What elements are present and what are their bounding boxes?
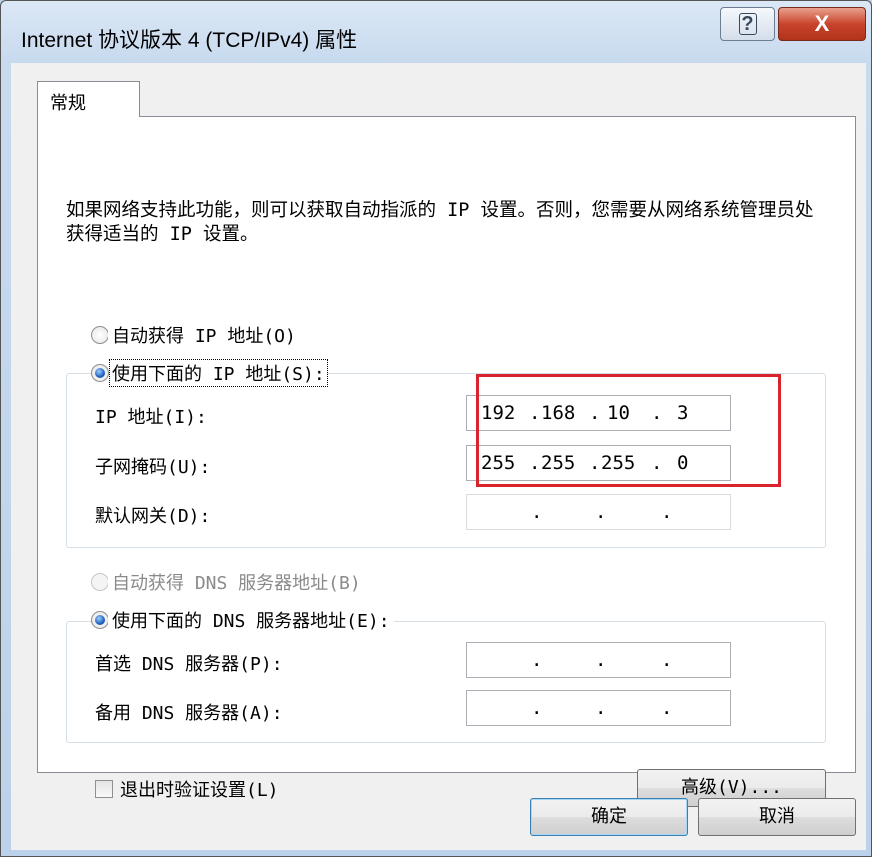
alternate-dns-label: 备用 DNS 服务器(A): <box>95 703 283 724</box>
ip-dot: . <box>595 697 607 719</box>
ip-dot: . <box>595 501 607 523</box>
ok-button[interactable]: 确定 <box>530 798 688 836</box>
subnet-mask-label: 子网掩码(U): <box>95 457 211 478</box>
ip-dot: . <box>661 501 673 523</box>
manual-dns-label[interactable]: 使用下面的 DNS 服务器地址(E): <box>108 607 394 633</box>
cancel-button[interactable]: 取消 <box>698 798 856 836</box>
tab-general[interactable]: 常规 <box>37 81 140 117</box>
default-gateway-input[interactable]: . . . <box>466 494 731 530</box>
help-icon: ? <box>738 13 757 35</box>
auto-ip-radio[interactable] <box>91 326 109 344</box>
preferred-dns-label: 首选 DNS 服务器(P): <box>95 654 283 675</box>
ip-dot: . <box>531 649 543 671</box>
ip-dot: . <box>661 649 673 671</box>
close-icon: X <box>814 11 830 36</box>
validate-on-exit-checkbox[interactable] <box>95 780 113 798</box>
auto-dns-label[interactable]: 自动获得 DNS 服务器地址(B) <box>108 569 365 595</box>
red-highlight-box <box>476 374 781 487</box>
ip-dot: . <box>661 697 673 719</box>
manual-ip-radio[interactable] <box>91 364 109 382</box>
manual-dns-radio[interactable] <box>91 611 109 629</box>
default-gateway-label: 默认网关(D): <box>95 506 211 527</box>
tab-general-label: 常规 <box>50 93 86 114</box>
auto-dns-radio[interactable] <box>91 573 109 591</box>
window-title: Internet 协议版本 4 (TCP/IPv4) 属性 <box>21 29 358 52</box>
ip-address-label: IP 地址(I): <box>95 407 207 428</box>
general-tab-panel: 如果网络支持此功能，则可以获取自动指派的 IP 设置。否则，您需要从网络系统管理… <box>37 116 856 807</box>
dialog-client-area: 常规 如果网络支持此功能，则可以获取自动指派的 IP 设置。否则，您需要从网络系… <box>11 63 866 850</box>
preferred-dns-input[interactable]: . . . <box>466 642 731 678</box>
ip-dot: . <box>531 501 543 523</box>
manual-ip-label[interactable]: 使用下面的 IP 地址(S): <box>109 359 328 387</box>
ip-dot: . <box>595 649 607 671</box>
ip-dot: . <box>531 697 543 719</box>
close-button[interactable]: X <box>778 7 866 41</box>
alternate-dns-input[interactable]: . . . <box>466 690 731 726</box>
dialog-window: Internet 协议版本 4 (TCP/IPv4) 属性 ? X 常规 如果网… <box>0 0 872 857</box>
description-text: 如果网络支持此功能，则可以获取自动指派的 IP 设置。否则，您需要从网络系统管理… <box>66 200 814 245</box>
help-button[interactable]: ? <box>720 7 775 41</box>
auto-ip-label[interactable]: 自动获得 IP 地址(O) <box>108 322 300 348</box>
validate-on-exit-label[interactable]: 退出时验证设置(L) <box>120 776 279 802</box>
title-bar[interactable]: Internet 协议版本 4 (TCP/IPv4) 属性 ? X <box>1 1 871 63</box>
